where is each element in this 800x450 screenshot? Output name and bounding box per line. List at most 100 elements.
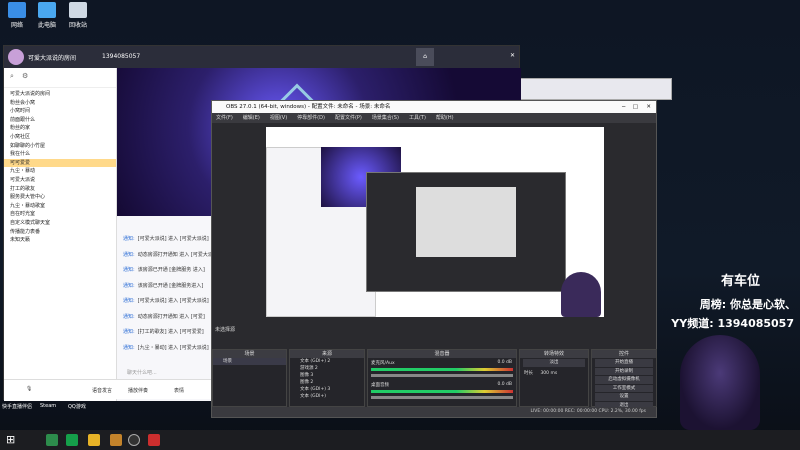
scene-item[interactable]: 场景 [213, 358, 286, 365]
room-item[interactable]: 我在什么 [4, 150, 116, 159]
voice-button[interactable]: 语音发言 [92, 387, 112, 394]
app-icon-2[interactable] [66, 434, 78, 446]
obs-titlebar[interactable]: OBS 27.0.1 (64-bit, windows) - 配置文件: 未命名… [212, 101, 656, 113]
maximize-icon[interactable]: □ [633, 101, 638, 113]
menu-item[interactable]: 配置文件(P) [335, 115, 362, 121]
overlay-channel: YY频道: 1394085057 [671, 317, 794, 330]
room-item[interactable]: 九尘・暴动 [4, 167, 116, 176]
room-item[interactable]: 未知天籁 [4, 236, 116, 245]
room-item[interactable]: 自在时光室 [4, 210, 116, 219]
source-item[interactable]: 图像 3 [290, 372, 364, 379]
volume-meter [371, 368, 513, 371]
anime-character [680, 335, 760, 430]
mixer-channel: 桌面音频 0.0 dB [368, 380, 516, 402]
sources-panel: 来源 文本 (GDI+) 2 游戏源 2 图像 3 图像 2 文本 (GDI+) 3 文本… [289, 349, 365, 407]
menu-item[interactable]: 文件(F) [216, 115, 233, 121]
room-item[interactable]: 服务费大管中心 [4, 193, 116, 202]
menu-item[interactable]: 工具(T) [409, 115, 426, 121]
room-item[interactable]: 粉丝会小窝 [4, 99, 116, 108]
room-item[interactable]: 粉丝的家 [4, 124, 116, 133]
mixer-panel: 混音器 麦克风/Aux 0.0 dB 桌面音频 0.0 dB [367, 349, 517, 407]
transition-select[interactable]: 淡出 [523, 359, 585, 367]
controls-panel: 控件 开始直播 开始录制 启动虚拟摄像机 工作室模式 设置 退出 [591, 349, 657, 409]
control-button[interactable]: 设置 [595, 393, 653, 401]
chat-text: 该房源已开通 [金牌服务 进入] [137, 267, 205, 273]
chat-sender: 通知: [123, 329, 135, 335]
room-item[interactable]: 小窝时间 [4, 107, 116, 116]
obs-menubar: 文件(F) 编辑(E) 视图(V) 停靠部件(D) 配置文件(P) 场景集合(S) 工具(T… [212, 113, 656, 123]
control-button[interactable]: 启动虚拟摄像机 [595, 376, 653, 384]
obs-preview[interactable] [266, 127, 604, 317]
search-icon[interactable]: ⌕ [10, 72, 14, 81]
app-icon-6[interactable] [148, 434, 160, 446]
yy-titlebar[interactable]: 可爱大派说的房间 1394085057 ⌂ ✕ [4, 46, 519, 68]
room-item[interactable]: 自定义模式聊天室 [4, 219, 116, 228]
obs-taskbar-icon[interactable] [128, 434, 140, 446]
scenes-panel: 场景 场景 [212, 349, 287, 407]
room-item[interactable]: 九尘・暴动歌室 [4, 202, 116, 211]
volume-slider[interactable] [371, 396, 513, 399]
source-item[interactable]: 文本 (GDI+) [290, 393, 364, 400]
accompaniment-button[interactable]: 播放伴奏 [128, 387, 148, 394]
chat-sender: 通知: [123, 267, 135, 273]
chat-text: 动态房源打开通知 进入 [可爱] [137, 313, 205, 320]
chat-sender: 通知: [123, 298, 135, 304]
menu-item[interactable]: 停靠部件(D) [297, 115, 325, 121]
menu-item[interactable]: 帮助(H) [436, 115, 454, 121]
control-button[interactable]: 工作室模式 [595, 384, 653, 392]
app-icon-1[interactable] [46, 434, 58, 446]
taskbar-label-3: QQ游戏 [68, 404, 86, 410]
home-icon[interactable]: ⌂ [416, 48, 434, 66]
chat-text: [打工的歌友] 进入 [可可爱爱] [137, 329, 204, 335]
menu-item[interactable]: 编辑(E) [243, 115, 260, 121]
taskbar-label-1: 快手直播伴侣 [2, 404, 33, 410]
obs-window[interactable]: OBS 27.0.1 (64-bit, windows) - 配置文件: 未命名… [211, 100, 657, 418]
overlay-title: 有车位 [720, 274, 760, 289]
duration-field[interactable]: 300 ms [540, 371, 557, 376]
source-item[interactable]: 图像 2 [290, 379, 364, 386]
room-item[interactable]: 小窝社区 [4, 133, 116, 142]
desktop-icon-recycle[interactable]: 回收站 [53, 2, 103, 29]
recycle-bin-icon [69, 2, 87, 18]
windows-start-icon[interactable]: ⊞ [6, 434, 15, 445]
taskbar-label-2: Steam [40, 403, 57, 409]
status-bar: LIVE: 00:00:00 REC: 00:00:00 CPU: 2.2%, … [212, 407, 656, 417]
chat-text: [九尘・暴动] 进入 [可爱大派说] [137, 344, 209, 351]
chat-input[interactable]: 聊天什么吧... [127, 367, 217, 379]
room-title: 可爱大派说的房间 [28, 55, 77, 62]
transitions-panel: 转场特效 淡出 时长 300 ms [519, 349, 589, 407]
chat-sender: 通知: [123, 251, 135, 258]
app-icon-3[interactable] [88, 434, 100, 446]
chat-sender: 通知: [123, 236, 135, 242]
source-item[interactable]: 文本 (GDI+) 2 [290, 358, 364, 365]
room-toolbar: ⌕ ⚙ [4, 68, 116, 88]
mic-icon[interactable]: 🎙 [26, 386, 32, 392]
room-item[interactable]: 传播能力表番 [4, 228, 116, 237]
room-item[interactable]: 打工的歌友 [4, 185, 116, 194]
room-item[interactable]: 如聊聊的小竹屋 [4, 142, 116, 151]
volume-slider[interactable] [371, 374, 513, 377]
close-icon[interactable]: ✕ [510, 52, 515, 59]
source-item[interactable]: 文本 (GDI+) 3 [290, 386, 364, 393]
room-item[interactable]: 前面跟什么 [4, 116, 116, 125]
close-icon[interactable]: ✕ [646, 101, 651, 113]
emoji-button[interactable]: 表情 [174, 387, 184, 394]
room-item[interactable]: 可爱大派说的房间 [4, 90, 116, 99]
app-icon-4[interactable] [110, 434, 122, 446]
avatar [8, 49, 24, 65]
room-item[interactable]: 可爱大派说 [4, 176, 116, 185]
gear-icon[interactable]: ⚙ [22, 72, 28, 80]
minimize-icon[interactable]: − [621, 101, 626, 113]
control-button[interactable]: 开始直播 [595, 359, 653, 367]
chat-sender: 通知: [123, 282, 135, 289]
room-list: ⌕ ⚙ 可爱大派说的房间 粉丝会小窝 小窝时间 前面跟什么 粉丝的家 小窝社区 如聊聊的小竹… [4, 68, 117, 401]
volume-meter [371, 390, 513, 393]
chat-text: 该房源已开通 [金牌服务进入] [137, 282, 204, 289]
source-item[interactable]: 游戏源 2 [290, 365, 364, 372]
overlay-weekly: 周榜: 你总是心软、 [699, 298, 796, 311]
menu-item[interactable]: 场景集合(S) [372, 115, 399, 121]
room-item[interactable]: 可可爱爱 [4, 158, 116, 168]
control-button[interactable]: 开始录制 [595, 367, 653, 375]
no-source-label: 未选择源 [215, 327, 236, 333]
menu-item[interactable]: 视图(V) [270, 115, 287, 121]
